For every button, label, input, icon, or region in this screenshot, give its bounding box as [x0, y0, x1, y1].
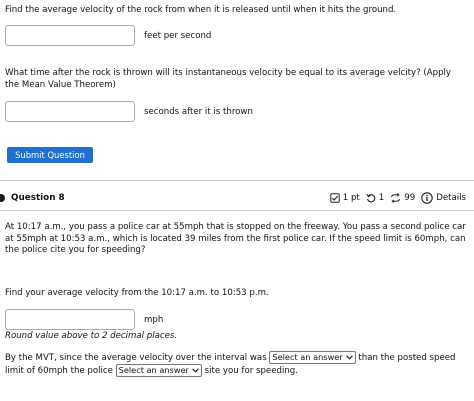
- submit-question-button[interactable]: Submit Question: [7, 147, 93, 163]
- chevron-down-icon: [345, 352, 353, 363]
- checkbox-edit-icon: [330, 193, 340, 203]
- question-title: Question 8: [11, 193, 65, 203]
- select-value: Select an answer: [118, 365, 189, 375]
- mvt-text-2: than the posted speed: [358, 353, 456, 363]
- select-value: Select an answer: [272, 352, 343, 362]
- attempts-cycle-icon: [390, 193, 401, 203]
- question-header-divider: [0, 210, 474, 211]
- mvt-time-prompt: What time after the rock is thrown will …: [5, 68, 452, 90]
- mvt-time-input[interactable]: [5, 101, 135, 122]
- rounding-instruction: Round value above to 2 decimal places.: [5, 331, 178, 341]
- attempts-count: 99: [404, 193, 416, 203]
- details-link[interactable]: Details: [436, 192, 466, 204]
- average-velocity-question: Find your average velocity from the 10:1…: [5, 288, 269, 298]
- mvt-sentence-line-1: By the MVT, since the average velocity o…: [5, 351, 456, 365]
- mvt-time-unit: seconds after it is thrown: [144, 107, 253, 117]
- average-speed-unit: mph: [144, 315, 164, 325]
- retry-icon: [366, 193, 376, 203]
- chevron-down-icon: [192, 365, 199, 376]
- average-velocity-input[interactable]: [5, 25, 135, 46]
- points-label: 1 pt: [342, 193, 360, 203]
- info-circle-icon[interactable]: [421, 192, 433, 204]
- average-speed-input[interactable]: [5, 309, 135, 330]
- mvt-text-3: limit of 60mph the police: [5, 366, 113, 376]
- average-velocity-unit: feet per second: [144, 31, 212, 41]
- citation-select[interactable]: Select an answer: [115, 364, 202, 377]
- velocity-comparison-select[interactable]: Select an answer: [269, 351, 356, 364]
- question-divider: [0, 180, 474, 181]
- question-status-dot: [0, 194, 5, 202]
- mvt-text-1: By the MVT, since the average velocity o…: [5, 353, 267, 363]
- question-scenario-text: At 10:17 a.m., you pass a police car at …: [5, 222, 466, 255]
- retries-count: 1: [378, 193, 385, 203]
- average-velocity-prompt: Find the average velocity of the rock fr…: [5, 5, 397, 15]
- mvt-text-4: site you for speeding.: [204, 366, 298, 376]
- question-meta: 1 pt 1 99 Details: [330, 192, 466, 204]
- mvt-sentence-line-2: limit of 60mph the police Select an answ…: [5, 364, 298, 378]
